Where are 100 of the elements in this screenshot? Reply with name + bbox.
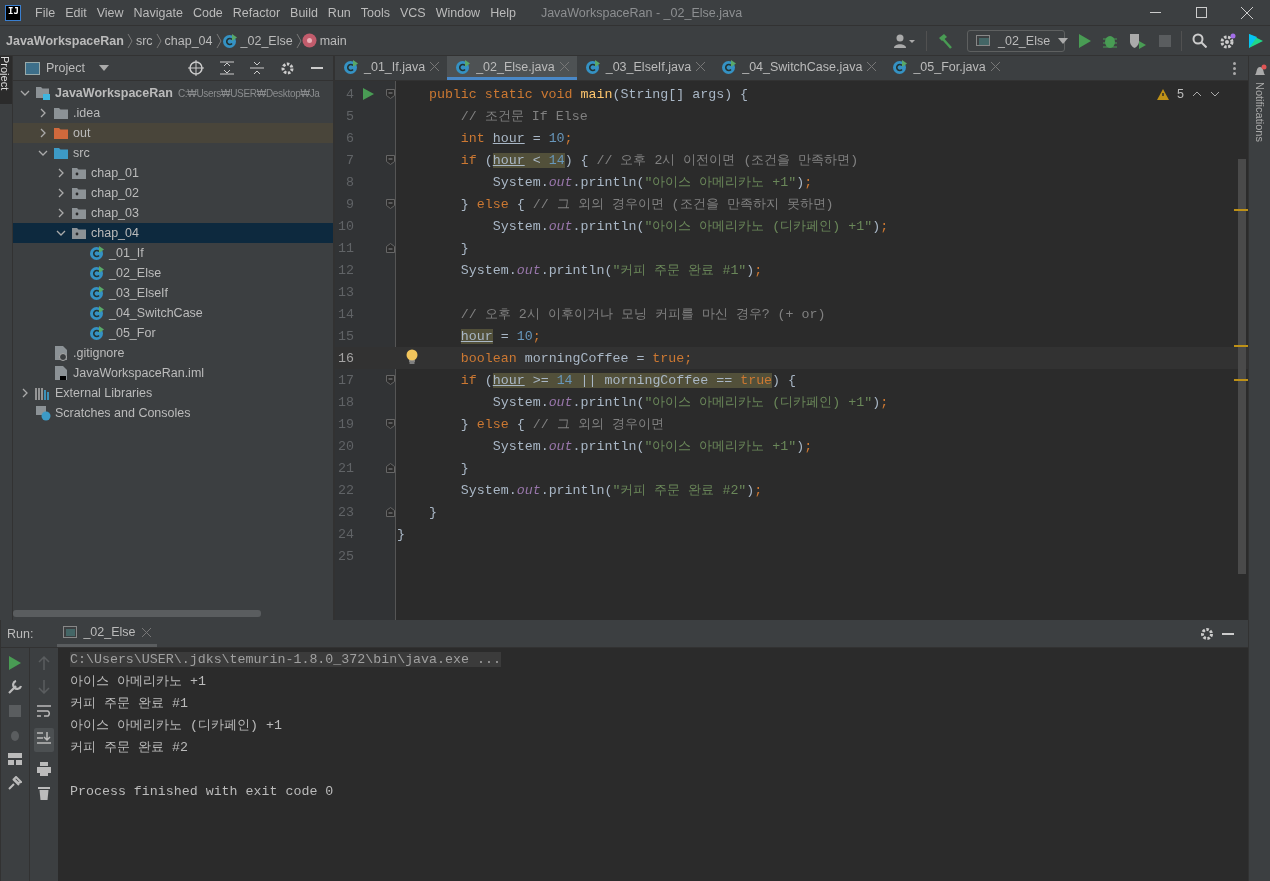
tree-row[interactable]: chap_04 bbox=[13, 223, 333, 243]
fold-icon[interactable] bbox=[386, 199, 395, 209]
trash-icon[interactable] bbox=[37, 786, 51, 800]
collapse-all-icon[interactable] bbox=[250, 61, 264, 75]
print-icon[interactable] bbox=[37, 762, 51, 776]
package-icon bbox=[71, 166, 87, 180]
window-icon bbox=[63, 626, 78, 638]
menu-item[interactable]: Tools bbox=[355, 5, 395, 20]
run-icon[interactable] bbox=[1079, 33, 1091, 48]
menu-item[interactable]: Run bbox=[322, 5, 356, 20]
tree-row[interactable]: _05_For bbox=[13, 323, 333, 343]
fold-icon[interactable] bbox=[386, 463, 395, 473]
vertical-scrollbar[interactable] bbox=[1238, 159, 1246, 574]
tree-row[interactable]: chap_02 bbox=[13, 183, 333, 203]
soft-wrap-icon[interactable] bbox=[37, 704, 51, 718]
code-line: System.out.println("커피 주문 완료 #1"); bbox=[460, 262, 763, 279]
method-icon bbox=[301, 33, 317, 48]
horizontal-scrollbar[interactable] bbox=[13, 610, 261, 617]
settings-icon[interactable] bbox=[280, 60, 295, 76]
lightbulb-icon[interactable] bbox=[406, 349, 418, 365]
tree-row[interactable]: chap_01 bbox=[13, 163, 333, 183]
tree-row[interactable]: .gitignore bbox=[13, 343, 333, 363]
run-tab[interactable]: _02_Else bbox=[57, 620, 157, 647]
menu-item[interactable]: VCS bbox=[395, 5, 431, 20]
code-line: if (hour >= 14 || morningCoffee == true) { bbox=[460, 372, 797, 388]
fold-icon[interactable] bbox=[386, 155, 395, 165]
tree-row[interactable]: Scratches and Consoles bbox=[13, 403, 333, 423]
fold-icon[interactable] bbox=[386, 243, 395, 253]
expand-all-icon[interactable] bbox=[220, 61, 234, 75]
minimize-icon[interactable] bbox=[1149, 11, 1161, 14]
warning-count[interactable]: 5 bbox=[1177, 87, 1184, 101]
code-line: // 조건문 If Else bbox=[460, 108, 588, 125]
tree-row[interactable]: chap_03 bbox=[13, 203, 333, 223]
code-line: int hour = 10; bbox=[460, 130, 573, 146]
project-folder-icon bbox=[35, 85, 51, 101]
run-configuration-dropdown[interactable]: _02_Else bbox=[967, 29, 1065, 52]
coverage-icon[interactable] bbox=[1129, 32, 1147, 49]
tree-row[interactable]: JavaWorkspaceRan.iml bbox=[13, 363, 333, 383]
more-icon[interactable] bbox=[1233, 61, 1236, 75]
tree-row[interactable]: JavaWorkspaceRan C:₩Users₩USER₩Desktop₩Ja bbox=[13, 83, 333, 103]
breadcrumb[interactable]: chap_04 bbox=[164, 33, 213, 48]
class-icon bbox=[89, 265, 105, 281]
settings-icon[interactable] bbox=[1219, 32, 1236, 49]
close-icon[interactable] bbox=[1241, 6, 1253, 19]
menu-item[interactable]: Help bbox=[485, 5, 521, 20]
menu-item[interactable]: Edit bbox=[60, 5, 92, 20]
tree-row[interactable]: _04_SwitchCase bbox=[13, 303, 333, 323]
notifications-tab[interactable]: Notifications bbox=[1253, 82, 1266, 142]
fold-icon[interactable] bbox=[386, 419, 395, 429]
run-panel-label: Run: bbox=[7, 626, 34, 641]
editor-tab[interactable]: _02_Else.java bbox=[447, 56, 577, 80]
maximize-icon[interactable] bbox=[1195, 7, 1207, 18]
pin-icon[interactable] bbox=[8, 776, 22, 790]
console-line: 아이스 아메리카노 +1 bbox=[70, 673, 206, 690]
libraries-icon bbox=[35, 386, 51, 400]
class-icon bbox=[89, 325, 105, 341]
minimize-icon[interactable] bbox=[1222, 632, 1234, 635]
menu-item[interactable]: Window bbox=[430, 5, 486, 20]
panel-title[interactable]: Project bbox=[46, 61, 85, 75]
code-line: } else { // 그 외의 경우이면 bbox=[460, 416, 664, 433]
user-icon[interactable] bbox=[894, 33, 916, 48]
settings-icon[interactable] bbox=[1200, 626, 1214, 641]
tree-row[interactable]: _01_If bbox=[13, 243, 333, 263]
run-icon[interactable] bbox=[363, 88, 374, 100]
breadcrumb[interactable]: src bbox=[135, 33, 153, 48]
editor-tab[interactable]: _03_ElseIf.java bbox=[576, 56, 714, 80]
menu-item[interactable]: Refactor bbox=[227, 5, 286, 20]
breadcrumb[interactable]: _02_Else bbox=[240, 33, 293, 48]
breadcrumb[interactable]: main bbox=[319, 33, 347, 48]
fold-icon[interactable] bbox=[386, 375, 395, 385]
caret-icon[interactable] bbox=[98, 65, 109, 71]
breadcrumb[interactable]: JavaWorkspaceRan bbox=[6, 33, 124, 48]
editor-tab[interactable]: _01_If.java bbox=[335, 56, 448, 80]
menu-item[interactable]: Code bbox=[187, 5, 228, 20]
toolbox-logo-icon[interactable] bbox=[1248, 32, 1264, 49]
tree-row[interactable]: _02_Else bbox=[13, 263, 333, 283]
tree-row[interactable]: src bbox=[13, 143, 333, 163]
hammer-icon[interactable] bbox=[937, 32, 953, 49]
code-line: System.out.println("아이스 아메리카노 +1"); bbox=[492, 174, 813, 191]
tree-row[interactable]: .idea bbox=[13, 103, 333, 123]
search-icon[interactable] bbox=[1192, 33, 1207, 48]
warning-icon[interactable] bbox=[1157, 88, 1170, 100]
tree-row[interactable]: _03_ElseIf bbox=[13, 283, 333, 303]
menu-item[interactable]: Navigate bbox=[128, 5, 188, 20]
locate-icon[interactable] bbox=[188, 60, 204, 76]
tree-row[interactable]: out bbox=[13, 123, 333, 143]
run-icon[interactable] bbox=[8, 656, 22, 670]
wrench-icon[interactable] bbox=[8, 680, 22, 694]
class-icon bbox=[892, 58, 909, 75]
editor-tab[interactable]: _04_SwitchCase.java bbox=[713, 56, 885, 80]
menu-item[interactable]: View bbox=[91, 5, 129, 20]
menu-item[interactable]: File bbox=[30, 5, 61, 20]
layout-icon[interactable] bbox=[8, 752, 22, 766]
menu-item[interactable]: Build bbox=[285, 5, 323, 20]
fold-icon[interactable] bbox=[386, 507, 395, 517]
editor-tab[interactable]: _05_For.java bbox=[884, 56, 1008, 80]
scroll-to-end-icon[interactable] bbox=[37, 731, 51, 745]
bell-icon[interactable] bbox=[1252, 64, 1267, 78]
fold-icon[interactable] bbox=[386, 89, 395, 99]
tree-row[interactable]: External Libraries bbox=[13, 383, 333, 403]
